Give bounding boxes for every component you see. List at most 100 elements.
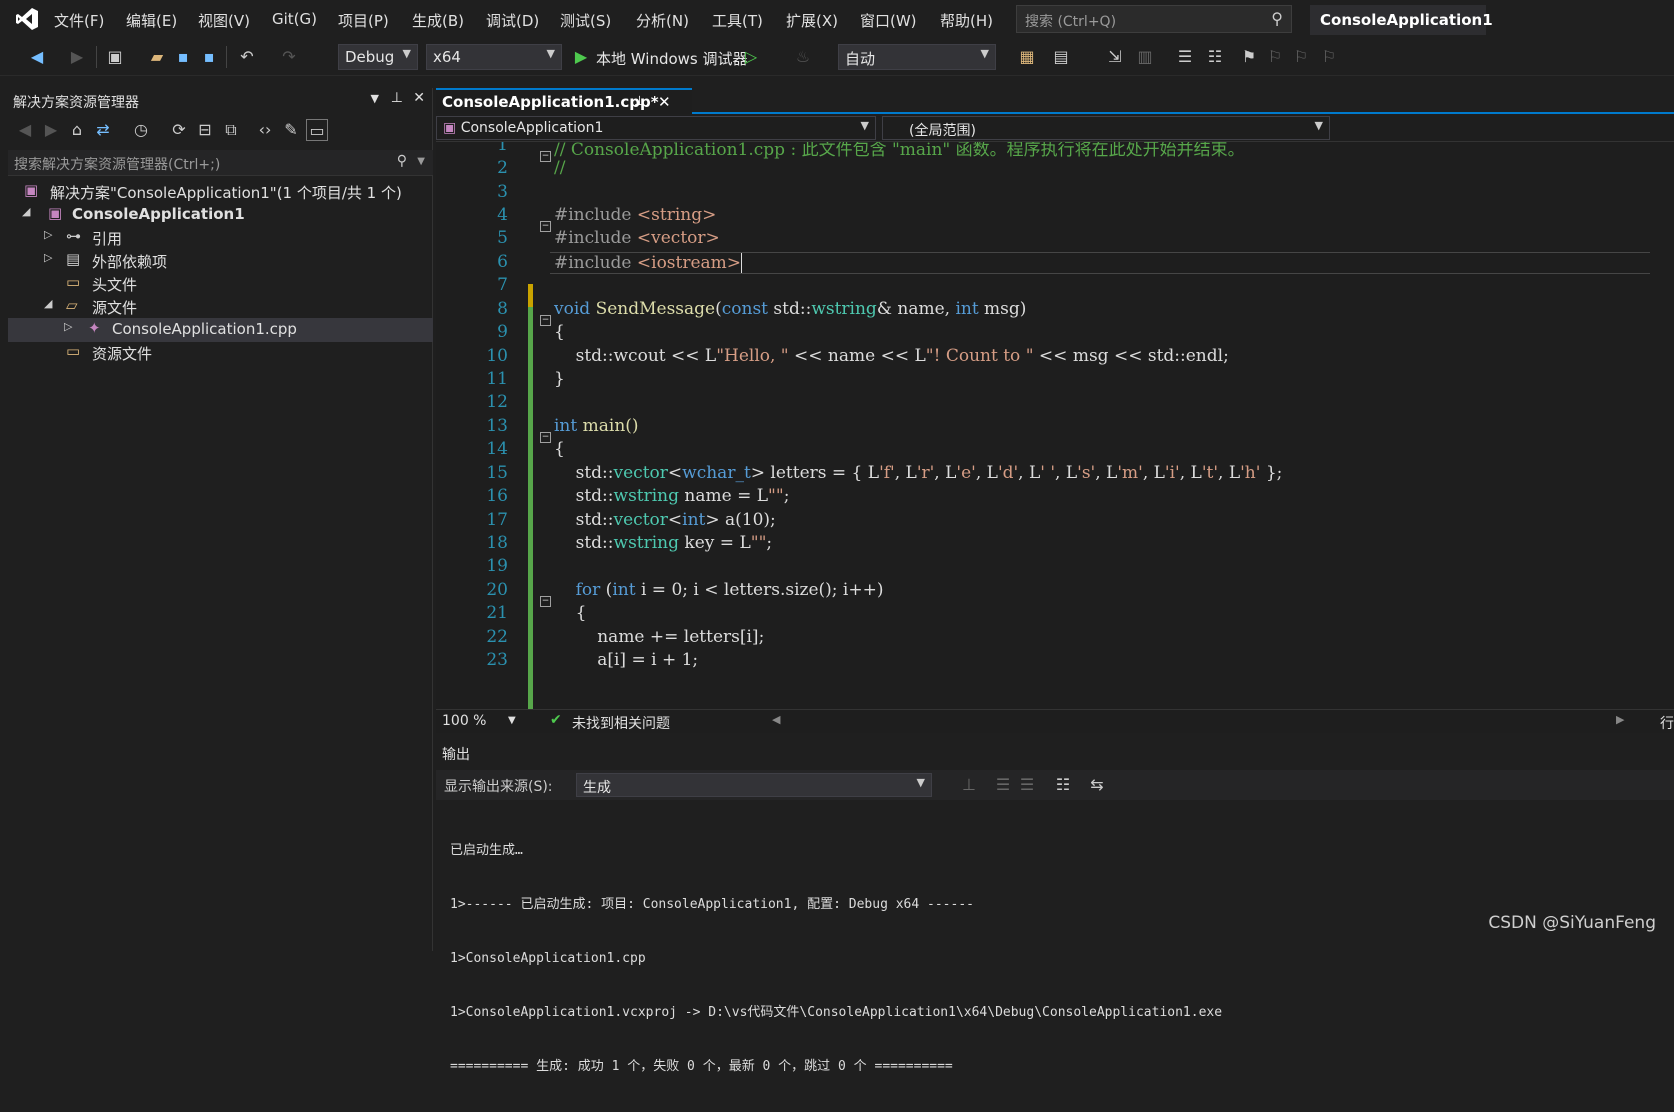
line-number: 15 xyxy=(486,463,508,483)
open-folder-icon[interactable]: ▰ xyxy=(146,46,168,68)
scroll-left-icon[interactable]: ◀ xyxy=(772,713,780,726)
tree-references[interactable]: ▷ ⊶ 引用 xyxy=(8,226,433,250)
fold-toggle-icon[interactable]: − xyxy=(540,151,551,162)
navigate-back-icon[interactable]: ◀ xyxy=(26,46,48,68)
menu-extensions[interactable]: 扩展(X) xyxy=(786,10,838,31)
find-in-files-icon[interactable]: ▦ xyxy=(1016,46,1038,68)
pin-icon[interactable]: ⊥ xyxy=(634,94,645,109)
undo-icon[interactable]: ↶ xyxy=(236,46,258,68)
step-icon[interactable]: ⇲ xyxy=(1104,46,1126,68)
expanded-icon[interactable]: ◢ xyxy=(44,297,52,310)
comment-icon[interactable]: ☷ xyxy=(1204,46,1226,68)
chevron-down-icon[interactable]: ▼ xyxy=(508,715,516,726)
fold-toggle-icon[interactable]: − xyxy=(540,221,551,232)
fold-toggle-icon[interactable]: − xyxy=(540,315,551,326)
preview-icon[interactable]: ▭ xyxy=(306,119,328,141)
tree-source-files[interactable]: ◢ ▱ 源文件 xyxy=(8,295,433,319)
code-text: std:: xyxy=(554,533,614,553)
tree-cpp-file[interactable]: ▷ ✦ ConsoleApplication1.cpp xyxy=(8,318,433,342)
collapsed-icon[interactable]: ▷ xyxy=(64,320,72,333)
visual-studio-logo-icon[interactable] xyxy=(14,6,40,32)
solution-platform-select[interactable]: x64 ▼ xyxy=(426,44,562,70)
fold-toggle-icon[interactable]: − xyxy=(540,596,551,607)
hot-reload-icon[interactable]: ♨ xyxy=(792,46,814,68)
menu-test[interactable]: 测试(S) xyxy=(560,10,611,31)
show-all-files-icon[interactable]: ⧉ xyxy=(220,119,242,141)
redo-icon[interactable]: ↷ xyxy=(278,46,300,68)
solution-search-input[interactable]: 搜索解决方案资源管理器(Ctrl+;) ⚲ ▼ xyxy=(8,150,433,176)
search-input[interactable]: 搜索 (Ctrl+Q) ⚲ xyxy=(1016,5,1292,33)
back-icon[interactable]: ◀ xyxy=(14,119,36,141)
project-scope-select[interactable]: ▣ ConsoleApplication1 ▼ xyxy=(436,116,876,140)
code-keyword: int xyxy=(955,299,979,319)
window-layout-icon[interactable]: ▤ xyxy=(1050,46,1072,68)
expanded-icon[interactable]: ◢ xyxy=(22,205,30,218)
save-icon[interactable]: ▪ xyxy=(172,46,194,68)
pin-icon[interactable]: ⊥ xyxy=(391,90,403,106)
find-message-icon[interactable]: ⊥ xyxy=(958,774,980,796)
disabled-tool-icon[interactable]: ▥ xyxy=(1134,46,1156,68)
menu-git[interactable]: Git(G) xyxy=(272,10,317,28)
collapse-all-icon[interactable]: ⊟ xyxy=(194,119,216,141)
prev-message-icon[interactable]: ☰ xyxy=(992,774,1014,796)
menu-build[interactable]: 生成(B) xyxy=(412,10,464,31)
start-debugging-button[interactable]: 本地 Windows 调试器 xyxy=(596,48,748,69)
output-source-select[interactable]: 生成 ▼ xyxy=(576,773,932,797)
tree-project[interactable]: ◢ ▣ ConsoleApplication1 xyxy=(8,203,433,227)
menu-debug[interactable]: 调试(D) xyxy=(486,10,539,31)
prev-bookmark-icon[interactable]: ⚐ xyxy=(1264,46,1286,68)
fold-toggle-icon[interactable]: − xyxy=(540,432,551,443)
member-scope-select[interactable]: (全局范围) ▼ xyxy=(882,116,1330,140)
indent-icon[interactable]: ☰ xyxy=(1174,46,1196,68)
collapsed-icon[interactable]: ▷ xyxy=(44,228,52,241)
menu-file[interactable]: 文件(F) xyxy=(54,10,104,31)
tree-resource-files[interactable]: ▭ 资源文件 xyxy=(8,341,433,365)
tab-consoleapplication1-cpp[interactable]: ConsoleApplication1.cpp* ⊥ ✕ xyxy=(436,88,692,114)
issues-status[interactable]: 未找到相关问题 xyxy=(572,713,670,733)
next-message-icon[interactable]: ☰ xyxy=(1016,774,1038,796)
clear-bookmarks-icon[interactable]: ⚐ xyxy=(1318,46,1340,68)
new-project-icon[interactable]: ▣ xyxy=(104,46,126,68)
menu-project[interactable]: 项目(P) xyxy=(338,10,389,31)
zoom-level[interactable]: 100 % xyxy=(442,713,486,729)
menu-help[interactable]: 帮助(H) xyxy=(940,10,993,31)
close-icon[interactable]: ✕ xyxy=(413,90,425,106)
switch-views-icon[interactable]: ⇄ xyxy=(92,119,114,141)
menu-analyze[interactable]: 分析(N) xyxy=(636,10,689,31)
collapsed-icon[interactable]: ▷ xyxy=(44,251,52,264)
menu-tools[interactable]: 工具(T) xyxy=(712,10,763,31)
menu-view[interactable]: 视图(V) xyxy=(198,10,250,31)
code-line-20: for (int i = 0; i < letters.size(); i++) xyxy=(554,580,884,600)
code-editor[interactable]: 1 2 3 4 5 6 7 8 9 10 11 12 13 14 15 16 17 18 19 20 21 22 23 − … xyxy=(436,142,1674,709)
menu-window[interactable]: 窗口(W) xyxy=(860,10,917,31)
code-line-10: std::wcout << L"Hello, " << name << L"! … xyxy=(554,346,1229,366)
line-number: 14 xyxy=(486,439,508,459)
menu-edit[interactable]: 编辑(E) xyxy=(126,10,177,31)
save-all-icon[interactable]: ▪ xyxy=(198,46,220,68)
close-icon[interactable]: ✕ xyxy=(658,93,671,111)
clear-all-icon[interactable]: ☷ xyxy=(1052,774,1074,796)
properties-icon[interactable]: ✎ xyxy=(280,119,302,141)
sync-icon[interactable]: ⟳ xyxy=(168,119,190,141)
word-wrap-icon[interactable]: ⇆ xyxy=(1086,774,1108,796)
home-icon[interactable]: ⌂ xyxy=(66,119,88,141)
tree-header-files[interactable]: ▭ 头文件 xyxy=(8,272,433,296)
tree-external-deps[interactable]: ▷ ▤ 外部依赖项 xyxy=(8,249,433,273)
navigate-forward-icon[interactable]: ▶ xyxy=(66,46,88,68)
view-code-icon[interactable]: ‹› xyxy=(254,119,276,141)
forward-icon[interactable]: ▶ xyxy=(40,119,62,141)
tree-solution[interactable]: ▣ 解决方案"ConsoleApplication1"(1 个项目/共 1 个) xyxy=(8,180,433,204)
filter-folder-icon: ▭ xyxy=(66,273,81,291)
pending-changes-icon[interactable]: ◷ xyxy=(130,119,152,141)
scroll-right-icon[interactable]: ▶ xyxy=(1616,713,1624,726)
bookmark-icon[interactable]: ⚑ xyxy=(1238,46,1260,68)
code-text: i = 0; i < letters.size(); i++) xyxy=(635,580,884,600)
start-debugging-icon[interactable]: ▶ xyxy=(570,46,592,68)
solution-configuration-select[interactable]: Debug ▼ xyxy=(338,44,418,70)
start-without-debugging-icon[interactable]: ▷ xyxy=(740,46,762,68)
panel-menu-icon[interactable]: ▼ xyxy=(371,92,379,105)
auto-select[interactable]: 自动 ▼ xyxy=(838,44,996,70)
chevron-down-icon[interactable]: ▼ xyxy=(417,156,425,167)
output-log[interactable]: 已启动生成… 1>------ 已启动生成: 项目: ConsoleApplic… xyxy=(450,806,1670,1112)
next-bookmark-icon[interactable]: ⚐ xyxy=(1290,46,1312,68)
